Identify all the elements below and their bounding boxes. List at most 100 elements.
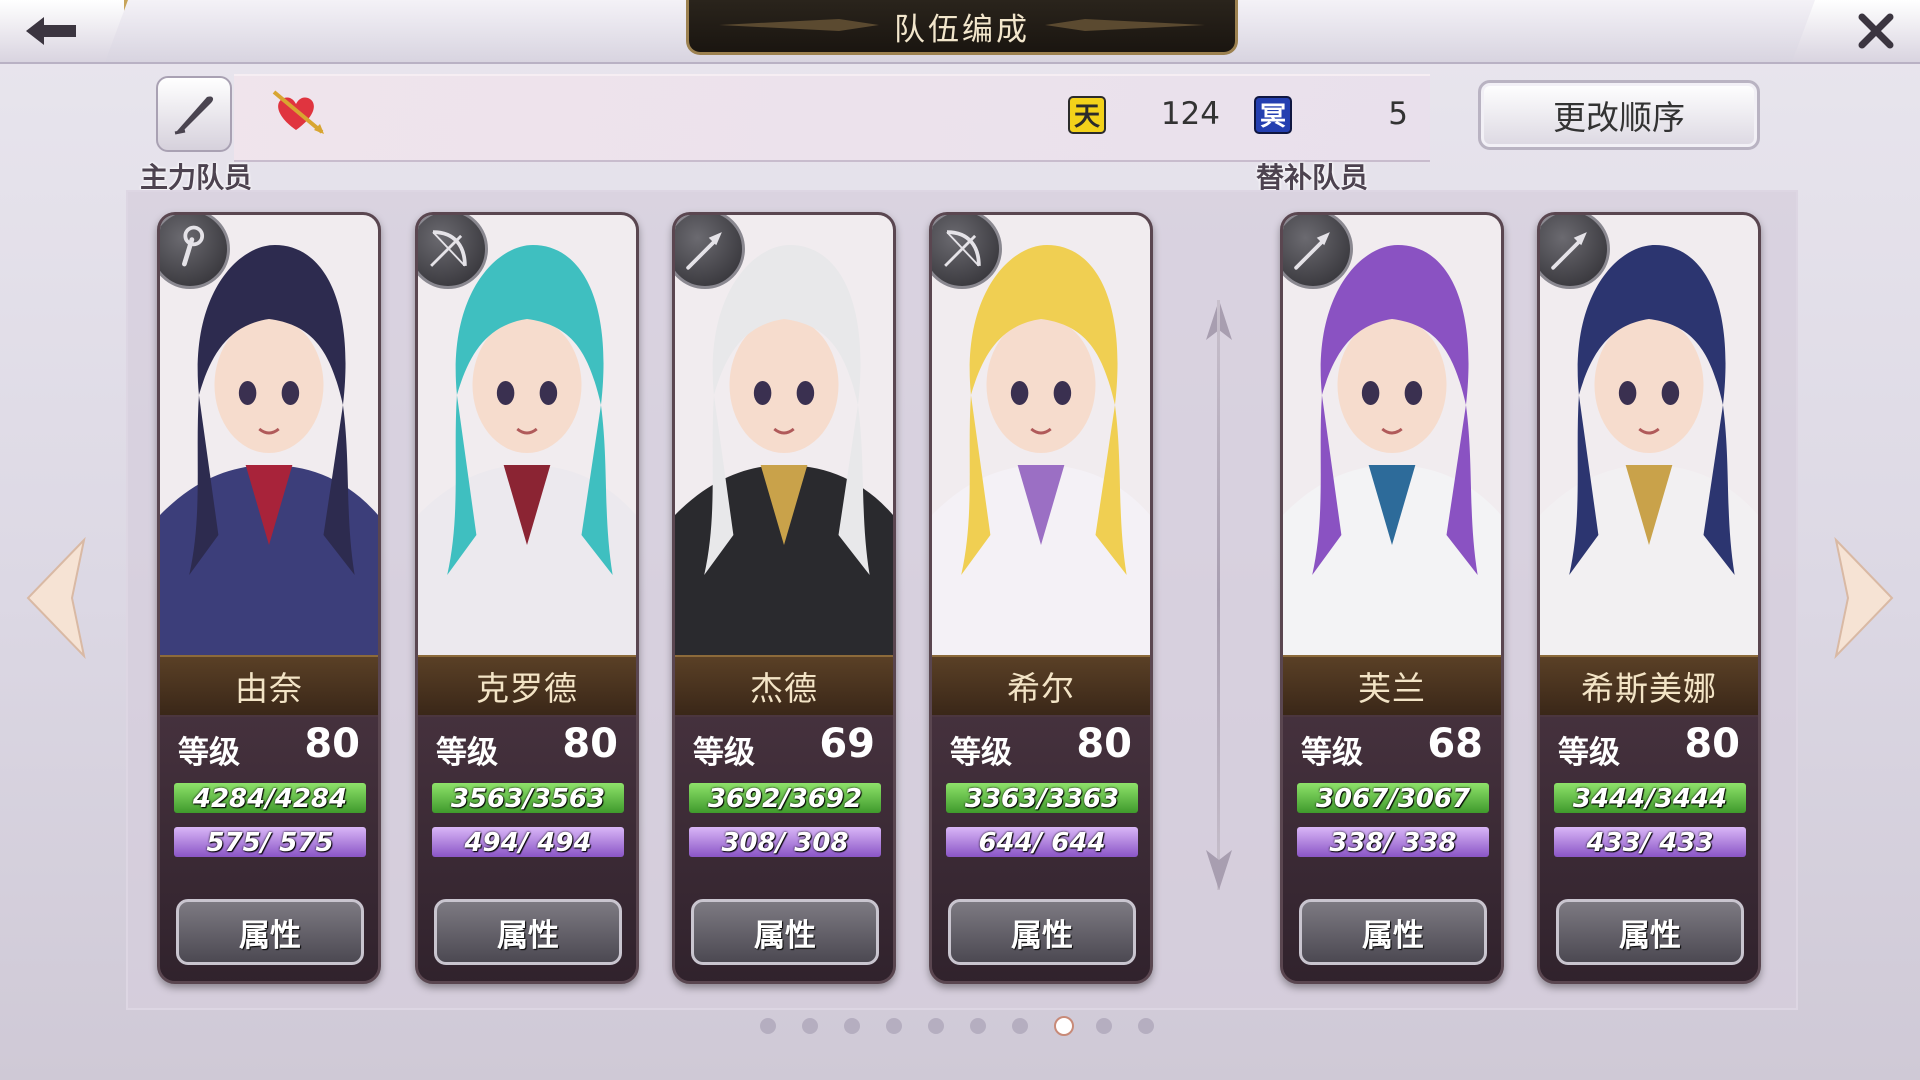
class-badge	[418, 215, 488, 289]
level-label: 等级	[693, 735, 755, 771]
edit-team-name-button[interactable]	[156, 76, 232, 152]
mp-bar: 338/ 338	[1297, 827, 1489, 858]
divider-down-arrow-icon	[1206, 850, 1232, 890]
attribute-button[interactable]: 属性	[434, 899, 622, 965]
spear-icon	[1551, 232, 1587, 270]
change-order-button[interactable]: 更改顺序	[1478, 80, 1760, 150]
member-card[interactable]: 杰德 等级 69 3692/3692 308/ 308 属性	[672, 212, 896, 984]
heaven-emblem-label: 天	[1074, 102, 1100, 132]
heaven-count: 124	[1160, 96, 1220, 132]
member-card[interactable]: 希尔 等级 80 3363/3363 644/ 644 属性	[929, 212, 1153, 984]
hell-emblem-icon: 冥	[1254, 96, 1292, 134]
page-dot[interactable]	[970, 1018, 986, 1034]
level-label: 等级	[436, 735, 498, 771]
mp-value: 308/ 308	[721, 828, 849, 858]
mp-bar: 494/ 494	[432, 827, 624, 858]
level-value: 80	[1076, 721, 1132, 767]
hp-bar: 3067/3067	[1297, 783, 1489, 814]
bow-icon	[430, 230, 467, 267]
mp-value: 433/ 433	[1586, 828, 1714, 858]
heaven-emblem-icon: 天	[1068, 96, 1106, 134]
ornament-left-icon	[719, 19, 879, 31]
attribute-button[interactable]: 属性	[1556, 899, 1744, 965]
hp-value: 4284/4284	[192, 784, 348, 814]
mp-bar: 308/ 308	[689, 827, 881, 858]
class-badge	[1540, 215, 1610, 289]
character-name: 由奈	[160, 655, 378, 717]
mp-bar: 575/ 575	[174, 827, 366, 858]
mp-bar: 644/ 644	[946, 827, 1138, 858]
character-name: 希斯美娜	[1540, 655, 1758, 717]
hp-bar: 4284/4284	[174, 783, 366, 814]
previous-page-arrow-icon[interactable]	[24, 536, 88, 660]
hp-bar: 3563/3563	[432, 783, 624, 814]
mp-value: 338/ 338	[1329, 828, 1457, 858]
mp-value: 575/ 575	[206, 828, 334, 858]
page-dot[interactable]	[844, 1018, 860, 1034]
page-indicator	[760, 1016, 1160, 1038]
level-value: 80	[304, 721, 360, 767]
character-name: 希尔	[932, 655, 1150, 717]
mp-value: 494/ 494	[464, 828, 592, 858]
hp-value: 3692/3692	[707, 784, 863, 814]
page-dot[interactable]	[760, 1018, 776, 1034]
level-value: 68	[1427, 721, 1483, 767]
bow-icon	[944, 230, 981, 267]
class-badge	[932, 215, 1002, 289]
attribute-button[interactable]: 属性	[1299, 899, 1487, 965]
next-page-arrow-icon[interactable]	[1832, 536, 1896, 660]
level-value: 80	[562, 721, 618, 767]
page-title-plate: 队伍编成	[686, 0, 1238, 55]
mp-bar: 433/ 433	[1554, 827, 1746, 858]
hp-value: 3563/3563	[450, 784, 606, 814]
class-badge	[1283, 215, 1353, 289]
character-stats: 等级 80 3563/3563 494/ 494 属性	[418, 715, 636, 981]
member-card[interactable]: 克罗德 等级 80 3563/3563 494/ 494 属性	[415, 212, 639, 984]
character-stats: 等级 68 3067/3067 338/ 338 属性	[1283, 715, 1501, 981]
hp-bar: 3444/3444	[1554, 783, 1746, 814]
spear-icon	[686, 232, 722, 270]
page-dot[interactable]	[886, 1018, 902, 1034]
character-name: 芙兰	[1283, 655, 1501, 717]
quill-pen-icon	[174, 96, 214, 135]
attribute-button[interactable]: 属性	[948, 899, 1136, 965]
hell-emblem-label: 冥	[1260, 102, 1286, 132]
team-divider	[1217, 300, 1220, 890]
close-icon	[1858, 13, 1894, 49]
hp-value: 3444/3444	[1572, 784, 1728, 814]
back-arrow-icon	[26, 17, 76, 45]
class-badge	[160, 215, 230, 289]
page-dot[interactable]	[1012, 1018, 1028, 1034]
mp-value: 644/ 644	[978, 828, 1106, 858]
attribute-button[interactable]: 属性	[176, 899, 364, 965]
character-stats: 等级 80 3363/3363 644/ 644 属性	[932, 715, 1150, 981]
ornament-right-icon	[1045, 19, 1205, 31]
member-card[interactable]: 希斯美娜 等级 80 3444/3444 433/ 433 属性	[1537, 212, 1761, 984]
page-dot[interactable]	[1138, 1018, 1154, 1034]
character-stats: 等级 80 4284/4284 575/ 575 属性	[160, 715, 378, 981]
hell-count: 5	[1388, 96, 1408, 132]
member-card[interactable]: 由奈 等级 80 4284/4284 575/ 575 属性	[157, 212, 381, 984]
spear-icon	[1294, 232, 1330, 270]
level-label: 等级	[178, 735, 240, 771]
page-dot[interactable]	[802, 1018, 818, 1034]
character-stats: 等级 69 3692/3692 308/ 308 属性	[675, 715, 893, 981]
character-stats: 等级 80 3444/3444 433/ 433 属性	[1540, 715, 1758, 981]
resource-bar	[234, 74, 1430, 162]
hp-value: 3363/3363	[964, 784, 1120, 814]
class-badge	[675, 215, 745, 289]
page-dot[interactable]	[1096, 1018, 1112, 1034]
staff-icon	[182, 225, 205, 267]
page-title: 队伍编成	[894, 11, 1030, 48]
member-card[interactable]: 芙兰 等级 68 3067/3067 338/ 338 属性	[1280, 212, 1504, 984]
hp-bar: 3363/3363	[946, 783, 1138, 814]
page-dot[interactable]	[928, 1018, 944, 1034]
level-value: 69	[819, 721, 875, 767]
character-name: 杰德	[675, 655, 893, 717]
level-label: 等级	[1558, 735, 1620, 771]
level-label: 等级	[1301, 735, 1363, 771]
attribute-button[interactable]: 属性	[691, 899, 879, 965]
page-dot-active[interactable]	[1054, 1016, 1074, 1036]
cupid-heart-icon	[272, 90, 324, 134]
level-label: 等级	[950, 735, 1012, 771]
